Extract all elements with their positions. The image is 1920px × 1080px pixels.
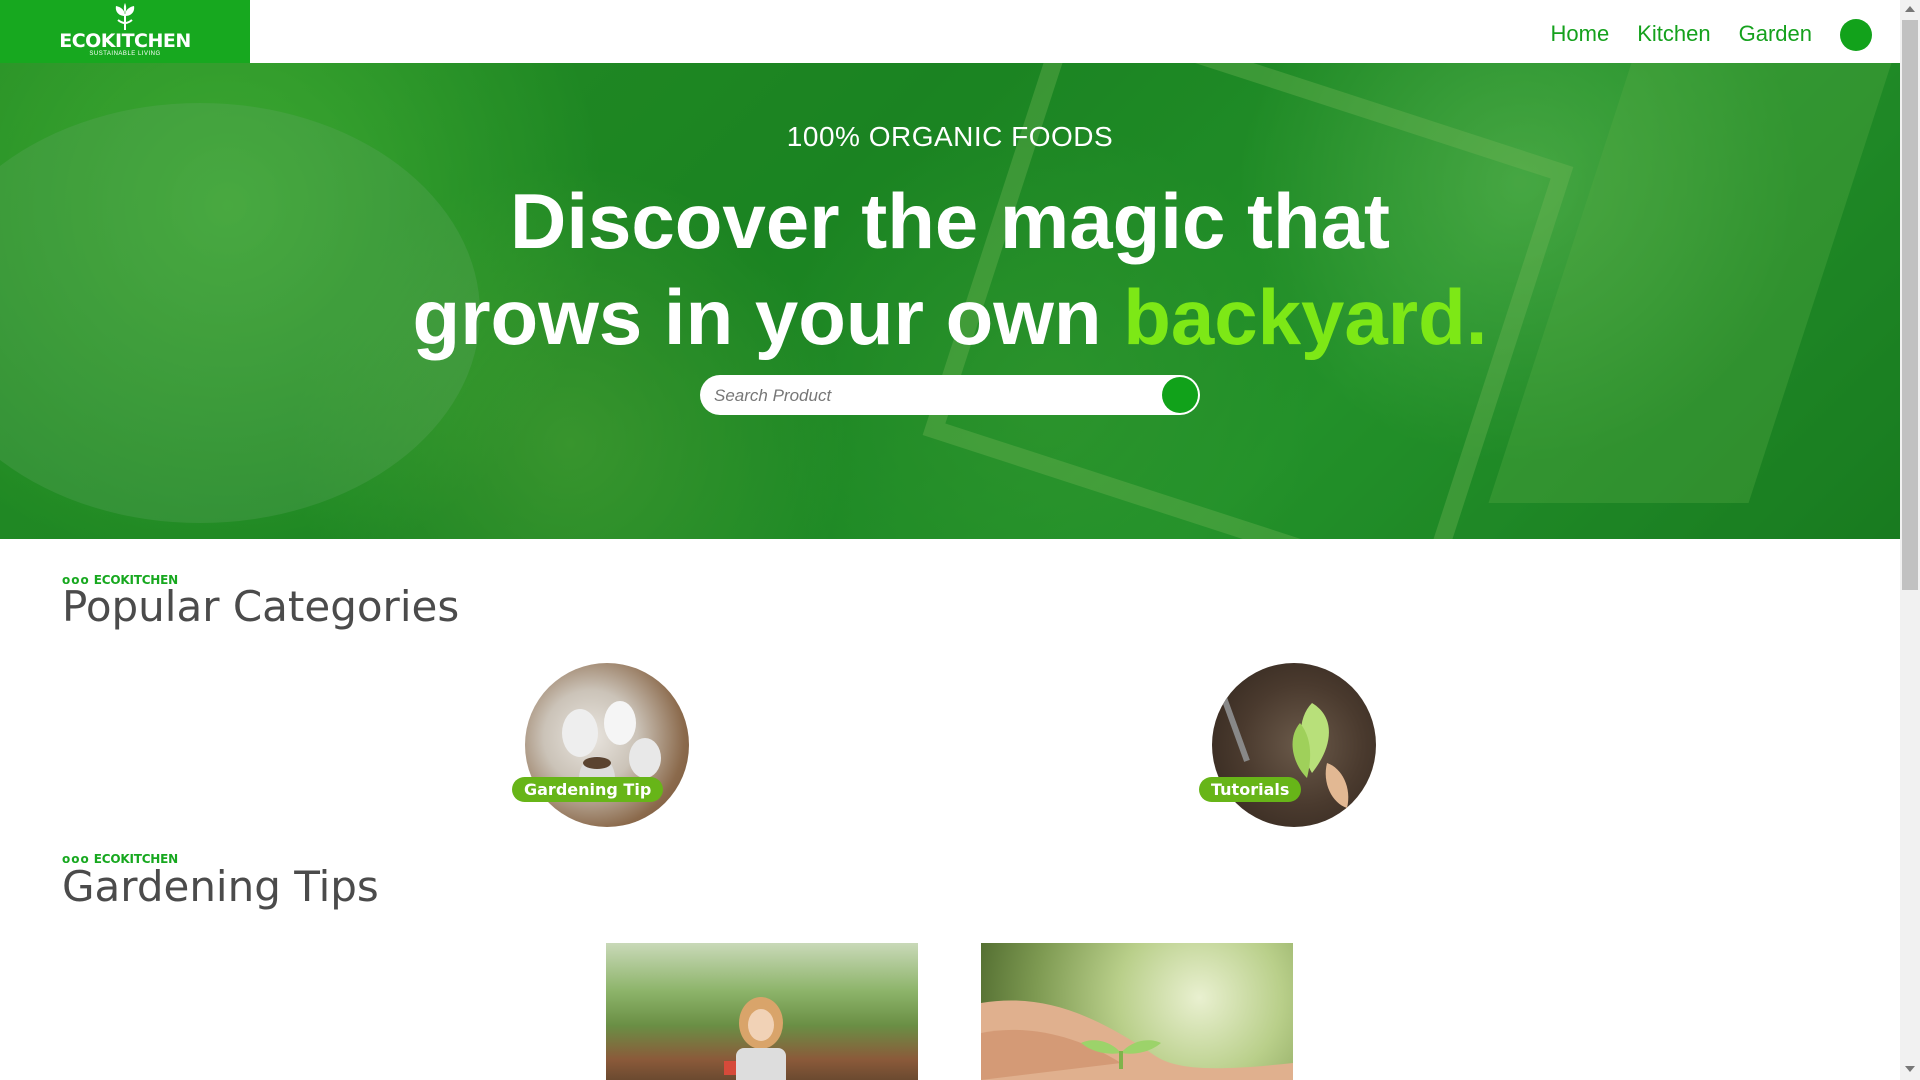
nav-kitchen[interactable]: Kitchen <box>1637 21 1710 47</box>
leaf-logo-icon <box>115 3 135 30</box>
main-nav: Home Kitchen Garden <box>1551 21 1812 47</box>
page-scrollbar[interactable] <box>1900 0 1920 1080</box>
category-label-gardening-tip[interactable]: Gardening Tip <box>512 777 664 802</box>
category-image-gardening-tip[interactable] <box>525 663 689 827</box>
headline-line-1: Discover the magic that <box>510 177 1390 265</box>
hand-seedling-illustration <box>981 1000 1293 1080</box>
hero-headline: Discover the magic that grows in your ow… <box>0 173 1900 365</box>
nav-garden[interactable]: Garden <box>1739 21 1812 47</box>
scroll-thumb[interactable] <box>1902 20 1918 590</box>
logo-title: ECOKITCHEN <box>59 30 191 52</box>
scroll-up-icon[interactable] <box>1905 6 1915 12</box>
site-logo[interactable]: ECOKITCHEN SUSTAINABLE LIVING <box>0 0 250 63</box>
tip-card-image-2[interactable] <box>981 943 1293 1080</box>
tip-card-image-1[interactable] <box>606 943 918 1080</box>
category-image-tutorials[interactable] <box>1212 663 1376 827</box>
search-bar <box>700 375 1200 417</box>
headline-accent: backyard. <box>1123 273 1488 361</box>
user-avatar-icon[interactable] <box>1840 19 1872 51</box>
headline-line-2: grows in your own backyard. <box>0 269 1900 365</box>
headline-line-2-text: grows in your own <box>412 273 1124 361</box>
hero-eyebrow: 100% ORGANIC FOODS <box>786 121 1114 152</box>
lettuce-seedling-illustration <box>1220 694 1349 808</box>
search-input[interactable] <box>712 375 1136 417</box>
section-title-categories: Popular Categories <box>62 582 460 631</box>
scroll-down-icon[interactable] <box>1905 1066 1915 1072</box>
girl-gardening-illustration <box>724 997 786 1080</box>
hero-banner: 100% ORGANIC FOODS Discover the magic th… <box>0 63 1900 539</box>
seedling-pots-illustration <box>562 701 661 800</box>
section-title-tips: Gardening Tips <box>62 862 379 911</box>
nav-home[interactable]: Home <box>1551 21 1610 47</box>
category-label-tutorials[interactable]: Tutorials <box>1199 777 1302 802</box>
site-header: ECOKITCHEN SUSTAINABLE LIVING Home Kitch… <box>0 0 1900 63</box>
search-button-icon[interactable] <box>1162 377 1198 413</box>
logo-subtitle: SUSTAINABLE LIVING <box>89 51 161 57</box>
